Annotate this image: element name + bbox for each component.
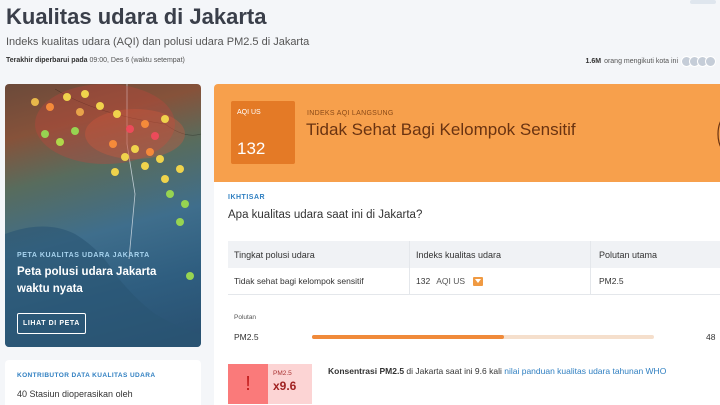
pollutant-section-label: Polutan [234, 314, 257, 321]
pollutant-bar-fill [312, 335, 504, 339]
followers-info[interactable]: 1.6M orang mengikuti kota ini [585, 56, 716, 67]
followers-text: orang mengikuti kota ini [604, 58, 678, 65]
last-updated: Terakhir diperbarui pada 09:00, Des 6 (w… [6, 57, 185, 64]
map-card-kicker: PETA KUALITAS UDARA JAKARTA [17, 252, 150, 259]
trend-down-icon [473, 276, 483, 286]
face-mask-icon [717, 121, 720, 147]
contributors-text: 40 Stasiun dioperasikan oleh [17, 389, 133, 399]
view-on-map-button[interactable]: LIHAT DI PETA [17, 313, 86, 334]
table-header-cell: Indeks kualitas udara [409, 241, 590, 268]
table-header-cell: Polutan utama [590, 241, 720, 268]
aqi-status-title: Tidak Sehat Bagi Kelompok Sensitif [306, 120, 576, 139]
contributors-kicker: KONTRIBUTOR DATA KUALITAS UDARA [17, 372, 156, 379]
pollutant-bar [312, 335, 654, 339]
last-updated-prefix: Terakhir diperbarui pada [6, 57, 88, 64]
pollutant-name: PM2.5 [234, 332, 259, 342]
concentration-badge-label: PM2.5 [273, 370, 292, 377]
contributors-card[interactable]: KONTRIBUTOR DATA KUALITAS UDARA 40 Stasi… [5, 360, 201, 405]
aqi-value: 132 [237, 139, 266, 158]
overview-question: Apa kualitas udara saat ini di Jakarta? [228, 209, 423, 221]
table-header-cell: Tingkat polusi udara [234, 249, 315, 260]
air-quality-map-card[interactable]: PETA KUALITAS UDARA JAKARTA Peta polusi … [5, 84, 201, 347]
concentration-prefix: Konsentrasi PM2.5 [328, 366, 405, 376]
top-right-link[interactable] [690, 0, 716, 4]
aqi-cell-value: 132 [416, 276, 431, 286]
who-guideline-link[interactable]: nilai panduan kualitas udara tahunan WHO [504, 366, 666, 376]
aqi-main-panel: AQI US 132 INDEKS AQI LANGSUNG Tidak Seh… [214, 84, 720, 405]
overview-table: Tingkat polusi udara Indeks kualitas uda… [228, 241, 720, 295]
aqi-status-banner: AQI US 132 INDEKS AQI LANGSUNG Tidak Seh… [214, 84, 720, 182]
main-pollutant-cell: PM2.5 [590, 268, 720, 294]
pollution-map-image [5, 84, 201, 347]
concentration-badge: ! PM2.5 x9.6 [228, 364, 312, 404]
pollutant-value: 48 [706, 332, 716, 342]
overview-kicker: IKHTISAR [228, 194, 266, 201]
map-card-title: Peta polusi udara Jakarta waktu nyata [17, 266, 157, 295]
aqi-value-box: AQI US 132 [231, 101, 295, 164]
follower-avatars [681, 56, 716, 67]
page-header: Kualitas udara di Jakarta Indeks kualita… [6, 4, 309, 48]
table-row: Tidak sehat bagi kelompok sensitif 132 A… [228, 268, 720, 295]
concentration-multiplier-box: PM2.5 x9.6 [268, 364, 312, 404]
concentration-multiplier: x9.6 [273, 379, 297, 393]
page-subtitle: Indeks kualitas udara (AQI) dan polusi u… [6, 36, 310, 48]
aqi-label: AQI US [237, 109, 261, 116]
pollution-level-cell: Tidak sehat bagi kelompok sensitif [234, 276, 364, 286]
aqi-cell: 132 AQI US [409, 268, 590, 294]
aqi-cell-unit: AQI US [436, 276, 465, 286]
last-updated-value: 09:00, Des 6 (waktu setempat) [89, 57, 185, 64]
page-title: Kualitas udara di Jakarta [6, 4, 267, 29]
concentration-middle: di Jakarta saat ini 9.6 kali [404, 366, 505, 376]
avatar [705, 56, 716, 67]
table-header: Tingkat polusi udara Indeks kualitas uda… [228, 241, 720, 268]
warning-icon: ! [228, 364, 268, 404]
concentration-text: Konsentrasi PM2.5 di Jakarta saat ini 9.… [328, 366, 666, 376]
followers-count: 1.6M [585, 58, 602, 65]
live-aqi-label: INDEKS AQI LANGSUNG [307, 110, 394, 117]
